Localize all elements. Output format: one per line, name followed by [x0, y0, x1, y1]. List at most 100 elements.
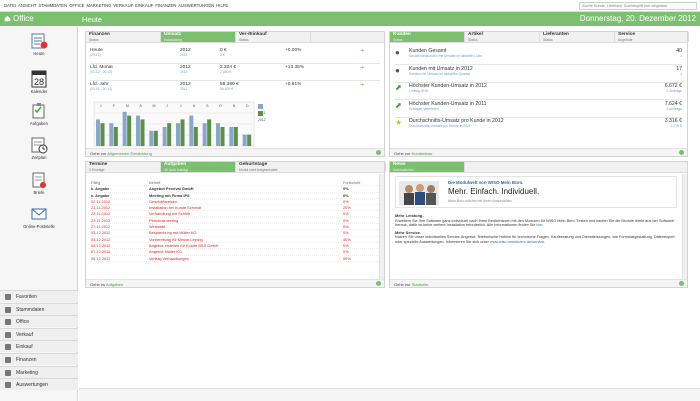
- sidebar-item-briefe[interactable]: Briefe: [0, 171, 78, 195]
- tab-sublabel: Status: [468, 37, 478, 42]
- tab-termine[interactable]: Termine 0 Einträge: [86, 162, 161, 172]
- sidebar-nav-label: Favoriten: [16, 294, 37, 300]
- tab-label: Lieferanten: [543, 32, 569, 37]
- tab-sublabel: Status: [393, 37, 403, 42]
- sidebar-label-aufgaben: Aufgaben: [30, 121, 48, 126]
- month-tick-label: J: [100, 104, 102, 108]
- tab-geburtstage[interactable]: Geburtstage Modul nicht freigeschaltet: [236, 162, 386, 172]
- tab-kunden[interactable]: Kunden Status: [390, 32, 465, 42]
- menu-item-office[interactable]: OFFICE: [69, 3, 84, 8]
- finance-tabs: Finanzen Status Umsatz Entwicklung Ver-/Eink…: [86, 32, 384, 43]
- month-tick-label: J: [180, 104, 182, 108]
- row-divider: [90, 63, 380, 64]
- sidebar-nav-label: Office: [16, 319, 29, 326]
- sidebar-label-zeitplan: Zeitplan: [31, 155, 47, 160]
- change-percent: +13.35%: [285, 65, 305, 70]
- sidebar-nav-einkauf[interactable]: Einkauf: [0, 340, 78, 353]
- year-previous: 2011: [180, 87, 188, 91]
- sidebar-item-kalender[interactable]: 28 Kalender: [0, 70, 78, 94]
- menu-item-finanzen[interactable]: FINANZEN: [155, 3, 176, 8]
- tab-service[interactable]: Service Angebote: [615, 32, 689, 42]
- tab-finanzen[interactable]: Finanzen Status: [86, 32, 161, 42]
- news-footer-link[interactable]: Startseite: [412, 282, 429, 287]
- task-row[interactable]: 09.12.2012 Vertrag Verhandlungen 50%: [91, 256, 379, 262]
- sidebar-nav-verkauf[interactable]: Verkauf: [0, 327, 78, 340]
- sidebar-nav-label: Einkauf: [16, 344, 33, 351]
- month-tick-label: J: [166, 104, 168, 108]
- customers-footer-link[interactable]: Kundenliste: [412, 151, 433, 156]
- menu-item-auswertungen[interactable]: AUSWERTUNGEN: [178, 3, 214, 8]
- legend-swatch-2012: [258, 111, 263, 116]
- sidebar-nav-label: Finanzen: [16, 357, 37, 363]
- bar-2012-N: [233, 127, 238, 146]
- menu-item-ansicht[interactable]: ANSICHT: [18, 3, 36, 8]
- home-icon: [4, 16, 11, 22]
- bar-2012-A: [140, 119, 145, 146]
- sidebar-nav-marketing[interactable]: Marketing: [0, 365, 78, 378]
- sidebar-item-zeitplan[interactable]: Zeitplan: [0, 136, 78, 160]
- sidebar-item-aufgaben[interactable]: Aufgaben: [0, 102, 78, 126]
- tab-sublabel: 0 Einträge: [89, 167, 105, 172]
- news-banner[interactable]: Die Modulwelt von WISO Mein Büro. Mehr. …: [395, 176, 677, 208]
- customers-panel: Kunden Status Artikel Status Lieferanten Stat…: [389, 31, 689, 157]
- customers-tabs: Kunden Status Artikel Status Lieferanten Stat…: [390, 32, 689, 43]
- menu-item-verkauf[interactable]: VERKAUF: [113, 3, 133, 8]
- menu-bar: DATEI ANSICHT STAMMDATEN OFFICE MARKETING VER…: [0, 0, 700, 12]
- tab-label: Kunden: [393, 32, 411, 37]
- menu-item-datei[interactable]: DATEI: [4, 3, 16, 8]
- news-footer-text: Gehe zur: [394, 282, 411, 287]
- bar-2011-O: [216, 123, 220, 146]
- news-section1-text: Erweitern Sie Ihre Software ganz individ…: [395, 218, 674, 228]
- menu-item-marketing[interactable]: MARKETING: [86, 3, 111, 8]
- tab-artikel[interactable]: Artikel Status: [465, 32, 540, 42]
- tab-label: Artikel: [468, 32, 483, 37]
- status-ok-icon: [376, 150, 381, 155]
- sidebar-nav-favoriten[interactable]: Favoriten: [0, 290, 78, 302]
- sidebar-item-online-poststelle[interactable]: Online-Poststelle: [0, 205, 78, 229]
- tab-sublabel: Informationen: [393, 167, 414, 172]
- month-tick-label: N: [233, 104, 236, 108]
- sidebar-nav-office[interactable]: Office: [0, 315, 78, 328]
- tab-lieferanten[interactable]: Lieferanten Status: [540, 32, 615, 42]
- news-section1-link[interactable]: hier: [536, 223, 542, 227]
- tab-aufgaben[interactable]: Aufgaben 36 nicht erledigt: [161, 162, 236, 172]
- bar-2011-A: [136, 115, 140, 146]
- tasks-rows: k. Angabe Angebot Percival GmbH 0% k. Angab…: [91, 186, 379, 262]
- news-footer: Gehe zur Startseite: [390, 279, 687, 287]
- sidebar-item-heute[interactable]: Heute: [0, 32, 78, 56]
- news-section2-title: Mehr Service.: [395, 229, 422, 235]
- menu-item-stammdaten[interactable]: STAMMDATEN: [38, 3, 67, 8]
- tab-ver-einkauf[interactable]: Ver-/Einkauf Status: [236, 32, 311, 42]
- tab-news[interactable]: News Informationen: [390, 162, 465, 172]
- menu-item-hilfe[interactable]: HILFE: [216, 3, 228, 8]
- bar-2012-J: [100, 123, 105, 146]
- bar-2011-M: [149, 130, 154, 146]
- tab-sublabel: Entwicklung: [164, 37, 183, 42]
- stat-subvalue: 1: [680, 54, 682, 58]
- tasks-scrollbar[interactable]: [379, 174, 384, 279]
- month-tick-label: M: [126, 104, 129, 108]
- sidebar-nav-auswertungen[interactable]: Auswertungen: [0, 378, 78, 391]
- menu-item-einkauf[interactable]: EINKAUF: [135, 3, 153, 8]
- main-menu: DATEI ANSICHT STAMMDATEN OFFICE MARKETING VER…: [4, 3, 228, 8]
- verkauf-icon: [5, 331, 11, 338]
- sidebar-nav-finanzen[interactable]: Finanzen: [0, 353, 78, 365]
- calendar-day: 28: [34, 77, 44, 87]
- sidebar-nav-stammdaten[interactable]: Stammdaten: [0, 302, 78, 315]
- banner-subtitle: Mein Büro wächst mit Ihren Ansprüchen.: [448, 199, 513, 203]
- schedule-icon: [31, 137, 48, 154]
- trend-arrow-icon: ➜: [360, 48, 365, 54]
- tab-sublabel: Status: [543, 37, 553, 42]
- einkauf-icon: [5, 344, 11, 351]
- tab-umsatz[interactable]: Umsatz Entwicklung: [161, 32, 236, 42]
- search-input[interactable]: Suche Kunde, Lieferant, Suchbegriff hier…: [579, 2, 697, 10]
- news-scrollbar[interactable]: [682, 174, 687, 279]
- finance-footer: Gehe zur Allgemeinen Entwicklung: [86, 148, 384, 156]
- tasks-panel: Termine 0 Einträge Aufgaben 36 nicht erledi…: [85, 161, 386, 288]
- news-section2-link[interactable]: www.wiso-meinbuero.de/service: [490, 240, 544, 244]
- stat-subvalue: 2.275 €: [670, 124, 682, 128]
- month-tick-label: D: [246, 104, 249, 108]
- finance-footer-link[interactable]: Allgemeinen Entwicklung: [107, 151, 151, 156]
- tasks-footer-text: Gehe zu: [90, 282, 106, 287]
- tasks-footer-link[interactable]: Aufgaben: [106, 282, 123, 287]
